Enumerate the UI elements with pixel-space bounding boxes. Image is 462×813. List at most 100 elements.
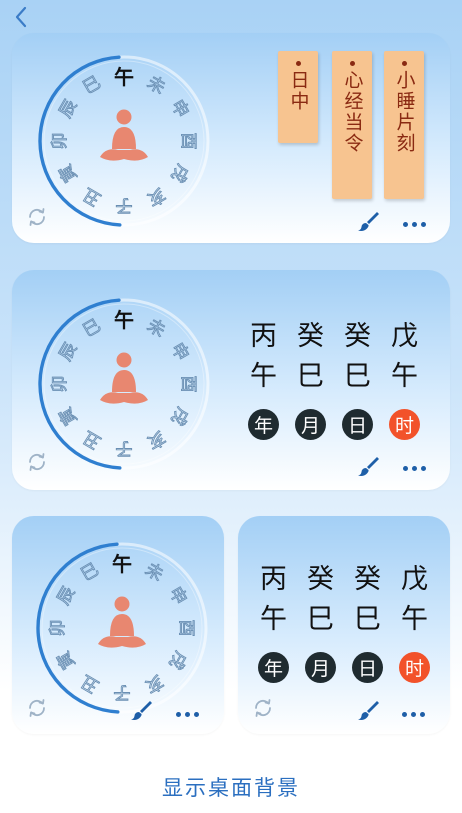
dial-branch-label: 午 bbox=[114, 308, 134, 332]
dial-branch-label: 亥 bbox=[144, 427, 169, 453]
dial-branch-label: 戌 bbox=[167, 404, 193, 429]
pillar-column: 癸巳日 bbox=[344, 560, 391, 683]
dial-branch-label: 巳 bbox=[80, 316, 105, 342]
dial-branch-label: 申 bbox=[167, 340, 193, 365]
tag-text: 心经当令 bbox=[341, 70, 364, 154]
earthly-branch: 巳 bbox=[297, 361, 324, 392]
dial-branch-label: 卯 bbox=[50, 133, 70, 150]
shichen-dial: 子丑寅卯辰巳午未申酉戌亥 bbox=[34, 51, 214, 231]
pillar-badge: 日 bbox=[352, 652, 383, 683]
pillar-column: 戊午时 bbox=[391, 560, 438, 683]
tag-text: 小睡片刻 bbox=[393, 70, 416, 154]
shichen-dial: 子丑寅卯辰巳午未申酉戌亥 bbox=[34, 294, 214, 474]
dial-branch-label: 寅 bbox=[56, 161, 82, 186]
tag-dot bbox=[295, 61, 301, 66]
back-button[interactable] bbox=[14, 6, 36, 30]
meditation-figure-icon bbox=[98, 596, 146, 648]
dial-branch-label: 丑 bbox=[78, 671, 103, 697]
dial-branch-label: 子 bbox=[116, 438, 133, 458]
pillar-badge: 时 bbox=[399, 652, 430, 683]
pillar-column: 戊午时 bbox=[381, 317, 428, 440]
dial-branch-label: 酉 bbox=[178, 376, 198, 393]
heavenly-stem: 丙 bbox=[260, 564, 287, 595]
heavenly-stem: 癸 bbox=[297, 321, 324, 352]
dial-branch-label: 寅 bbox=[54, 648, 80, 673]
dial-branch-label: 未 bbox=[142, 560, 167, 586]
earthly-branch: 午 bbox=[391, 361, 418, 392]
refresh-icon[interactable] bbox=[26, 206, 48, 228]
tag-xinjing: 心经当令 bbox=[332, 51, 372, 199]
chevron-left-icon bbox=[15, 6, 27, 28]
more-options-icon[interactable] bbox=[403, 219, 429, 229]
heavenly-stem: 戊 bbox=[401, 564, 428, 595]
dial-branch-label: 未 bbox=[144, 316, 169, 342]
tag-dot bbox=[349, 61, 355, 66]
brush-icon[interactable] bbox=[130, 698, 154, 722]
dial-branch-label: 辰 bbox=[56, 340, 82, 365]
tag-dot bbox=[401, 61, 407, 66]
heavenly-stem: 癸 bbox=[354, 564, 381, 595]
dial-branch-label: 子 bbox=[114, 682, 131, 702]
earthly-branch: 午 bbox=[260, 604, 287, 635]
pillar-badge: 年 bbox=[248, 409, 279, 440]
pillar-column: 癸巳日 bbox=[334, 317, 381, 440]
ganzhi-pillars: 丙午年癸巳月癸巳日戊午时 bbox=[250, 560, 438, 683]
tag-text: 日中 bbox=[287, 70, 310, 112]
earthly-branch: 午 bbox=[250, 361, 277, 392]
dial-branch-label: 丑 bbox=[80, 427, 105, 453]
meditation-figure-icon bbox=[100, 352, 148, 404]
brush-icon[interactable] bbox=[357, 454, 381, 478]
refresh-icon[interactable] bbox=[26, 697, 48, 719]
earthly-branch: 午 bbox=[401, 604, 428, 635]
heavenly-stem: 戊 bbox=[391, 321, 418, 352]
widget-card-dial-small[interactable]: 子丑寅卯辰巳午未申酉戌亥 bbox=[12, 516, 224, 734]
dial-branch-label: 子 bbox=[116, 195, 133, 215]
dial-branch-label: 亥 bbox=[142, 671, 167, 697]
more-options-icon[interactable] bbox=[176, 709, 202, 719]
dial-branch-label: 戌 bbox=[167, 161, 193, 186]
widget-card-pillars-small[interactable]: 丙午年癸巳月癸巳日戊午时 bbox=[238, 516, 450, 734]
dial-branch-label: 申 bbox=[167, 97, 193, 122]
dial-branch-label: 寅 bbox=[56, 404, 82, 429]
ganzhi-pillars: 丙午年癸巳月癸巳日戊午时 bbox=[240, 317, 428, 440]
pillar-badge: 月 bbox=[295, 409, 326, 440]
dial-branch-label: 巳 bbox=[80, 73, 105, 99]
earthly-branch: 巳 bbox=[307, 604, 334, 635]
heavenly-stem: 丙 bbox=[250, 321, 277, 352]
dial-branch-label: 巳 bbox=[78, 560, 103, 586]
dial-branch-label: 午 bbox=[112, 552, 132, 576]
dial-branch-label: 酉 bbox=[178, 133, 198, 150]
brush-icon[interactable] bbox=[357, 209, 381, 233]
dial-branch-label: 卯 bbox=[48, 620, 68, 637]
more-options-icon[interactable] bbox=[403, 463, 429, 473]
pillar-column: 丙午年 bbox=[240, 317, 287, 440]
pillar-badge: 日 bbox=[342, 409, 373, 440]
widget-card-pillars[interactable]: 子丑寅卯辰巳午未申酉戌亥 丙午年癸巳月癸巳日戊午时 bbox=[12, 270, 450, 490]
shichen-dial: 子丑寅卯辰巳午未申酉戌亥 bbox=[32, 538, 212, 718]
refresh-icon[interactable] bbox=[252, 697, 274, 719]
meditation-figure-icon bbox=[100, 109, 148, 161]
heavenly-stem: 癸 bbox=[344, 321, 371, 352]
brush-icon[interactable] bbox=[357, 698, 381, 722]
dial-branch-label: 卯 bbox=[50, 376, 70, 393]
widget-card-tags[interactable]: 子丑寅卯辰巳午未申酉戌亥 日中 心经当令 小睡片刻 bbox=[12, 33, 450, 243]
pillar-badge: 时 bbox=[389, 409, 420, 440]
pillar-column: 癸巳月 bbox=[297, 560, 344, 683]
earthly-branch: 巳 bbox=[344, 361, 371, 392]
dial-branch-label: 辰 bbox=[56, 97, 82, 122]
pillar-column: 癸巳月 bbox=[287, 317, 334, 440]
more-options-icon[interactable] bbox=[402, 709, 428, 719]
dial-branch-label: 未 bbox=[144, 73, 169, 99]
dial-branch-label: 午 bbox=[114, 65, 134, 89]
tag-xiaoshui: 小睡片刻 bbox=[384, 51, 424, 199]
dial-branch-label: 亥 bbox=[144, 184, 169, 210]
show-desktop-background-link[interactable]: 显示桌面背景 bbox=[0, 772, 462, 802]
dial-branch-label: 丑 bbox=[80, 184, 105, 210]
pillar-column: 丙午年 bbox=[250, 560, 297, 683]
pillar-badge: 年 bbox=[258, 652, 289, 683]
dial-branch-label: 申 bbox=[165, 584, 191, 609]
refresh-icon[interactable] bbox=[26, 451, 48, 473]
dial-branch-label: 辰 bbox=[54, 584, 80, 609]
earthly-branch: 巳 bbox=[354, 604, 381, 635]
heavenly-stem: 癸 bbox=[307, 564, 334, 595]
